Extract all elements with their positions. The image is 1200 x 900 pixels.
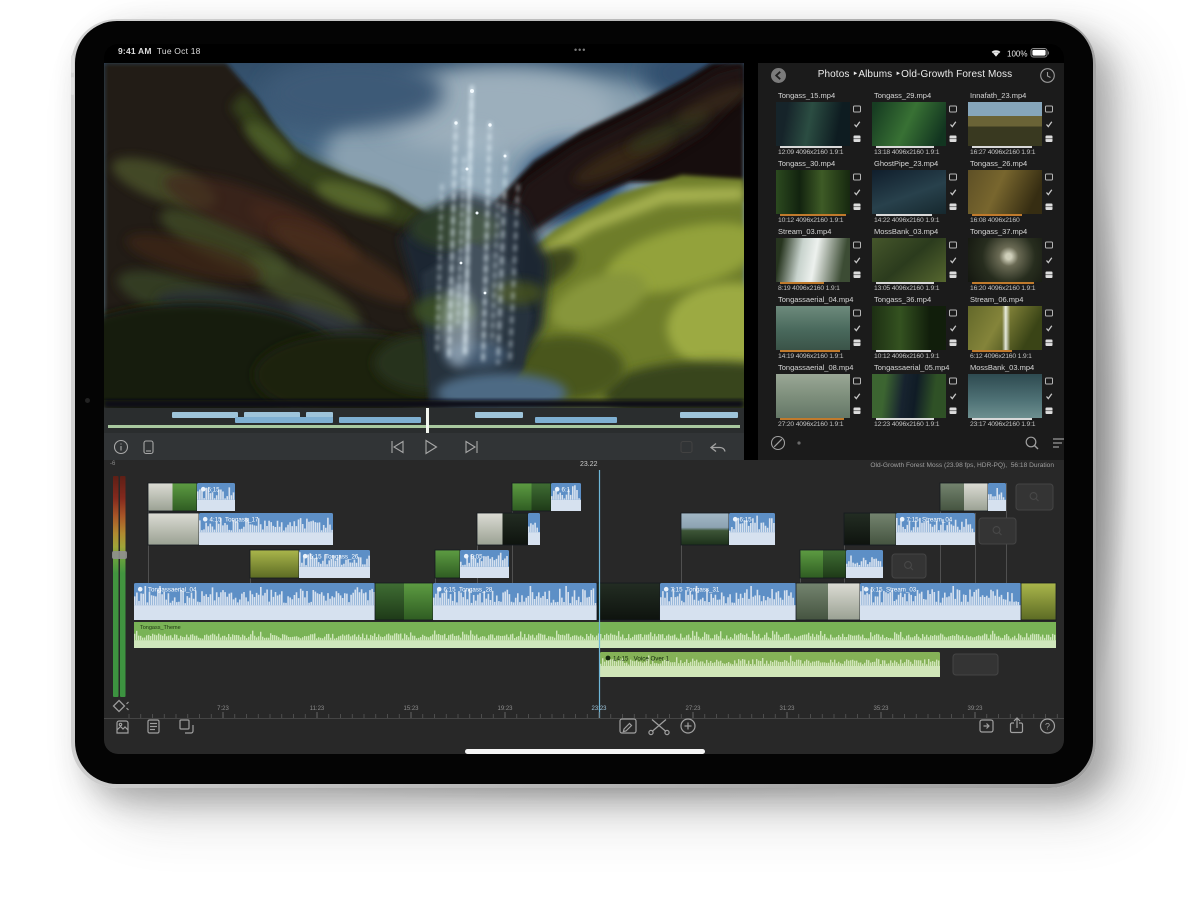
svg-text:Tongassaerial_04: Tongassaerial_04 xyxy=(145,587,197,594)
svg-text:5:15 Stream_03: 5:15 Stream_03 xyxy=(871,587,917,594)
svg-text:14:15 Voice Over 1: 14:15 Voice Over 1 xyxy=(613,656,670,663)
svg-text:4:15 Tongass_17: 4:15 Tongass_17 xyxy=(210,517,259,524)
svg-text:6:1: 6:1 xyxy=(562,487,571,494)
svg-text:7:15 Tongass_31: 7:15 Tongass_31 xyxy=(671,587,720,594)
svg-text:?: ? xyxy=(1045,722,1050,732)
svg-text:9:05: 9:05 xyxy=(471,554,484,561)
svg-text:6:15: 6:15 xyxy=(740,517,753,524)
svg-text:5:15: 5:15 xyxy=(208,487,221,494)
svg-text:6:15 Tongass_28: 6:15 Tongass_28 xyxy=(444,587,493,594)
svg-text:7:15 Stream_04: 7:15 Stream_04 xyxy=(907,517,953,524)
svg-text:5:15 Tongass_26: 5:15 Tongass_26 xyxy=(310,554,359,561)
svg-text:100%: 100% xyxy=(1007,49,1027,58)
svg-text:Tongass_Theme: Tongass_Theme xyxy=(140,625,181,631)
